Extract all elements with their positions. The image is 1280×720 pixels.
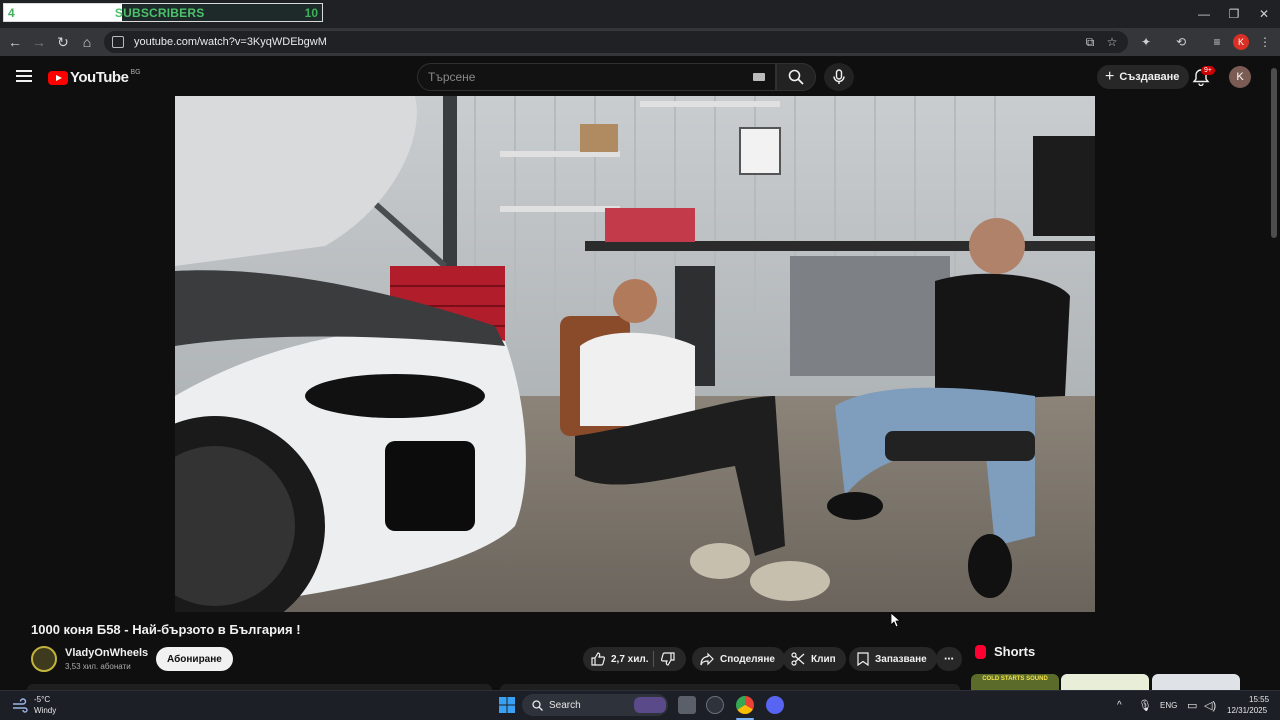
- shorts-logo-icon: [975, 644, 986, 659]
- weather-temperature: -5°C: [34, 695, 51, 704]
- goal-start-count: 4: [8, 5, 15, 20]
- goal-label: SUBSCRIBERS: [114, 5, 205, 20]
- notification-count-badge: 9+: [1201, 66, 1215, 75]
- reading-list-icon[interactable]: ≡: [1209, 34, 1225, 50]
- video-frame: [175, 96, 1095, 612]
- discord-taskbar-icon[interactable]: [766, 696, 784, 714]
- clock-time[interactable]: 15:55: [1249, 695, 1269, 704]
- home-icon[interactable]: ⌂: [77, 32, 97, 52]
- plus-icon: +: [1105, 68, 1115, 85]
- video-title: 1000 коня Б58 - Най-бързото в България !: [31, 622, 301, 637]
- create-button[interactable]: + Създаване: [1097, 65, 1190, 89]
- input-language[interactable]: ENG: [1160, 701, 1177, 710]
- taskbar-search-icon: [532, 699, 543, 711]
- keyboard-icon[interactable]: [753, 73, 765, 81]
- search-field[interactable]: [417, 63, 776, 91]
- microphone-icon: [833, 69, 845, 84]
- like-dislike-group: 2,7 хил.: [583, 647, 686, 671]
- channel-name[interactable]: VladyOnWheels: [65, 647, 148, 659]
- weather-description: Windy: [34, 706, 57, 715]
- search-input[interactable]: [428, 70, 728, 84]
- profile-avatar[interactable]: K: [1233, 34, 1249, 50]
- channel-avatar[interactable]: [31, 646, 57, 672]
- chrome-taskbar-icon[interactable]: [736, 696, 754, 714]
- url-text: youtube.com/watch?v=3KyqWDEbgwM: [134, 36, 327, 48]
- bookmark-icon: [857, 652, 869, 666]
- subscriber-count: 3,53 хил. абонати: [65, 662, 131, 671]
- install-app-icon[interactable]: ⧉: [1082, 34, 1098, 50]
- voice-search-button[interactable]: [824, 63, 854, 91]
- windows-start-icon[interactable]: [499, 697, 515, 713]
- clock-date[interactable]: 12/31/2025: [1227, 706, 1267, 715]
- youtube-logo[interactable]: YouTube BG: [48, 69, 141, 86]
- address-bar[interactable]: youtube.com/watch?v=3KyqWDEbgwM: [104, 31, 1128, 53]
- browser-toolbar: ← → ↻ ⌂ youtube.com/watch?v=3KyqWDEbgwM …: [0, 28, 1280, 56]
- bookmark-star-icon[interactable]: ☆: [1104, 34, 1120, 50]
- taskbar-search[interactable]: Search: [522, 694, 668, 716]
- back-icon[interactable]: ←: [5, 32, 25, 52]
- video-player[interactable]: [175, 96, 1095, 612]
- like-count[interactable]: 2,7 хил.: [611, 654, 649, 665]
- more-actions-button[interactable]: ⋯: [936, 647, 962, 671]
- search-highlight-image: [634, 697, 666, 713]
- subscriber-goal-widget: 4 SUBSCRIBERS 10: [3, 3, 323, 22]
- mouse-cursor-icon: [891, 613, 901, 627]
- site-info-icon[interactable]: [112, 36, 124, 48]
- thumbs-down-icon[interactable]: [661, 652, 675, 666]
- save-button[interactable]: Запазване: [849, 647, 937, 671]
- reload-icon[interactable]: ↻: [53, 32, 73, 52]
- youtube-header: YouTube BG + Създаване 9+ K: [0, 56, 1280, 96]
- microphone-tray-icon[interactable]: 🎙: [1138, 699, 1152, 712]
- youtube-play-icon: [48, 70, 68, 85]
- search-button[interactable]: [776, 63, 816, 91]
- hamburger-menu-icon[interactable]: [16, 70, 32, 82]
- account-avatar[interactable]: K: [1229, 66, 1251, 88]
- share-icon: [700, 652, 714, 666]
- page-scrollbar[interactable]: [1270, 60, 1278, 690]
- search-icon: [788, 69, 804, 85]
- extensions-icon[interactable]: ✦: [1138, 34, 1154, 50]
- windows-taskbar: -5°C Windy Search ^ 🎙 ENG ▭ ◁) 15:55 12/…: [0, 690, 1280, 720]
- shorts-header: Shorts: [975, 644, 1035, 659]
- restore-button[interactable]: ❐: [1218, 0, 1250, 28]
- network-icon[interactable]: ▭: [1187, 699, 1197, 712]
- volume-icon[interactable]: ◁): [1204, 699, 1216, 712]
- scissors-icon: [791, 652, 805, 666]
- menu-dots-icon[interactable]: ⋮: [1257, 34, 1273, 50]
- short-thumbnail-3[interactable]: [1152, 674, 1240, 690]
- tray-overflow-icon[interactable]: ^: [1117, 700, 1122, 711]
- forward-icon[interactable]: →: [29, 32, 49, 52]
- minimize-button[interactable]: —: [1188, 0, 1220, 28]
- history-icon[interactable]: ⟲: [1173, 34, 1189, 50]
- clip-button[interactable]: Клип: [783, 647, 846, 671]
- goal-target-count: 10: [304, 5, 318, 20]
- snipping-tool-icon[interactable]: [706, 696, 724, 714]
- scrollbar-thumb[interactable]: [1271, 68, 1277, 238]
- wind-weather-icon[interactable]: [12, 698, 28, 714]
- close-button[interactable]: ✕: [1248, 0, 1280, 28]
- share-button[interactable]: Споделяне: [692, 647, 785, 671]
- subscribe-button[interactable]: Абониране: [156, 647, 233, 671]
- task-view-icon[interactable]: [678, 696, 696, 714]
- thumbs-up-icon[interactable]: [591, 652, 605, 666]
- short-thumbnail-2[interactable]: [1061, 674, 1149, 690]
- like-divider: [653, 651, 654, 667]
- browser-title-bar: 4 SUBSCRIBERS 10 — ❐ ✕: [0, 0, 1280, 28]
- short-thumbnail-1[interactable]: COLD STARTS SOUND: [971, 674, 1059, 690]
